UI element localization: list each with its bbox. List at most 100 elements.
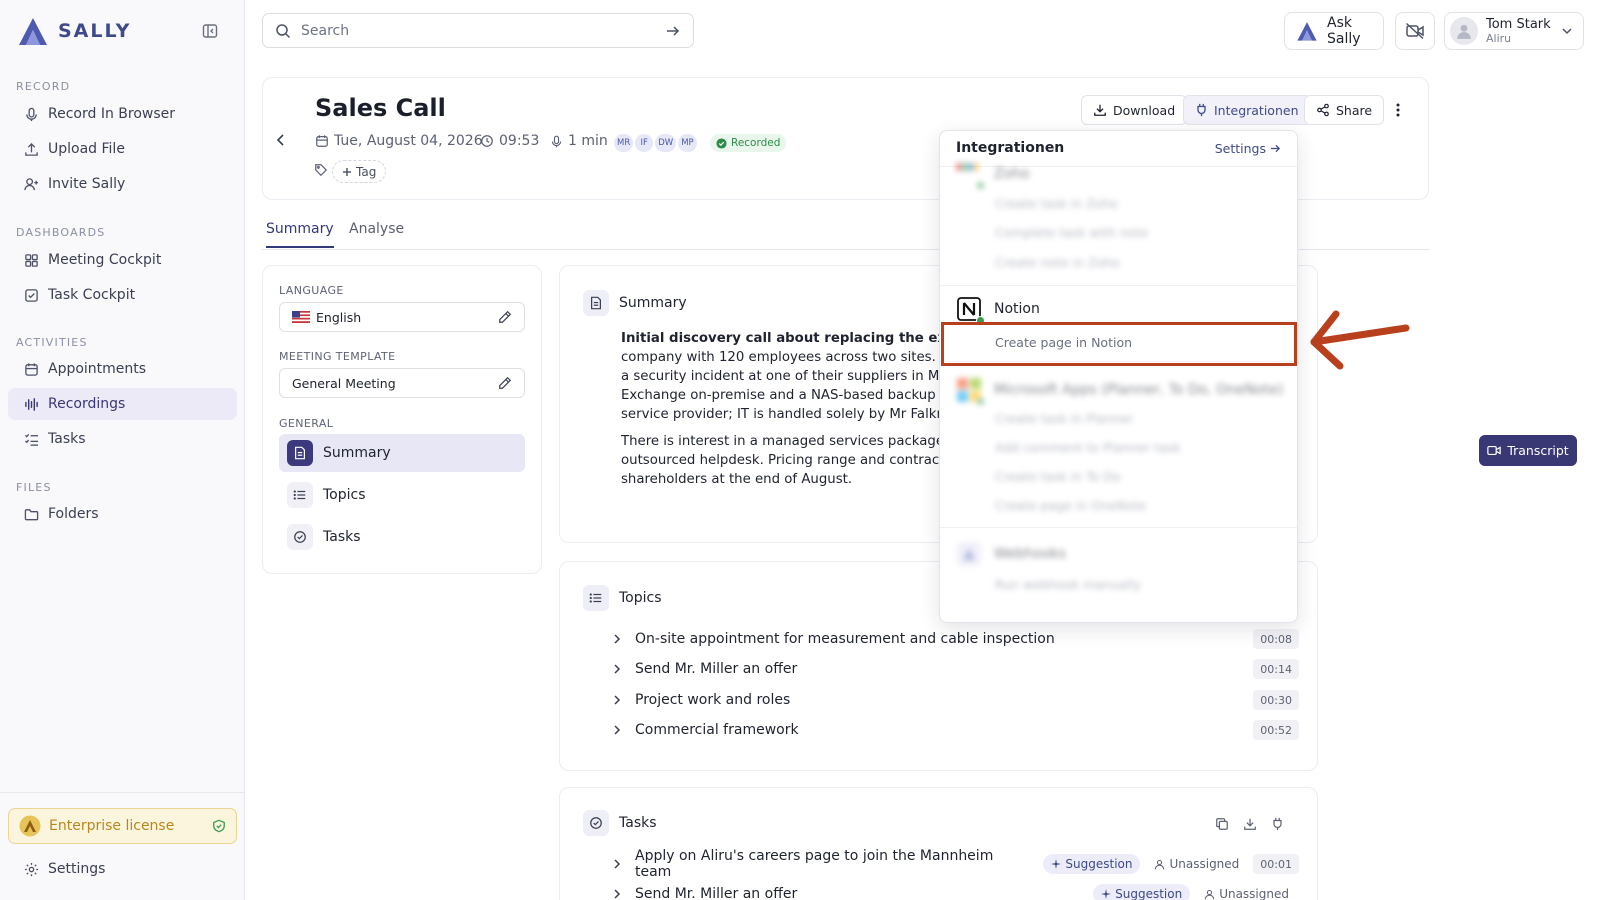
meeting-time: 09:53	[480, 133, 539, 149]
sidebar-item-label: Upload File	[48, 141, 125, 157]
user-name: Tom Stark	[1486, 17, 1551, 32]
check-circle-icon	[716, 137, 727, 149]
tasks-card-header: Tasks	[583, 810, 657, 836]
timestamp-badge[interactable]: 00:01	[1253, 854, 1299, 874]
search-input[interactable]	[301, 22, 655, 39]
task-row[interactable]: Apply on Aliru's careers page to join th…	[613, 848, 1299, 880]
sidebar: SALLY RECORD Record In Browser Upload Fi…	[0, 0, 245, 900]
camera-off-button[interactable]	[1395, 12, 1435, 50]
integration-name: Zoho	[994, 166, 1030, 182]
enterprise-license-badge[interactable]: Enterprise license	[8, 808, 237, 844]
integration-notion[interactable]: Notion	[956, 296, 1040, 325]
panel-item-topics[interactable]: Topics	[279, 476, 525, 514]
user-menu[interactable]: Tom Stark Aliru	[1444, 12, 1584, 50]
assignee[interactable]: Unassigned	[1204, 887, 1289, 900]
sidebar-item-label: Recordings	[48, 396, 126, 412]
sidebar-item-recordings[interactable]: Recordings	[8, 388, 237, 420]
sidebar-item-record-in-browser[interactable]: Record In Browser	[8, 98, 237, 130]
sidebar-item-invite-sally[interactable]: Invite Sally	[8, 168, 237, 200]
participant-avatar: MR	[614, 134, 634, 152]
video-icon	[1487, 445, 1502, 456]
task-row[interactable]: Send Mr. Miller an offer Suggestion Unas…	[613, 882, 1299, 900]
sidebar-item-folders[interactable]: Folders	[8, 498, 237, 530]
panel-item-tasks[interactable]: Tasks	[279, 518, 525, 556]
download-button[interactable]: Download	[1081, 95, 1188, 125]
participant-avatars[interactable]: MR IF DW MP	[614, 134, 697, 152]
meeting-template-select[interactable]: General Meeting	[279, 368, 525, 398]
tab-summary[interactable]: Summary	[266, 221, 334, 248]
panel-item-summary[interactable]: Summary	[279, 434, 525, 472]
sidebar-item-tasks[interactable]: Tasks	[8, 423, 237, 455]
status-badge: Recorded	[710, 134, 787, 152]
suggestion-label: Suggestion	[1115, 887, 1183, 900]
integrations-settings-link[interactable]: Settings	[1215, 141, 1281, 156]
integrations-label: Integrationen	[1214, 102, 1299, 118]
brand[interactable]: SALLY	[16, 14, 131, 48]
integration-name: Notion	[994, 301, 1040, 317]
shield-check-icon	[212, 819, 226, 833]
user-info: Tom Stark Aliru	[1486, 17, 1551, 45]
microphone-icon	[550, 135, 563, 148]
arrow-right-icon[interactable]	[665, 23, 681, 39]
integration-action[interactable]: Run webhook manually	[995, 577, 1141, 592]
tab-analyse[interactable]: Analyse	[349, 221, 404, 246]
copy-icon[interactable]	[1215, 817, 1229, 831]
integration-action[interactable]: Add comment to Planner task	[995, 440, 1181, 455]
pencil-icon[interactable]	[498, 376, 512, 390]
integration-action[interactable]: Complete task with note	[995, 225, 1148, 240]
share-icon	[1316, 103, 1330, 117]
suggestion-badge[interactable]: Suggestion	[1043, 854, 1141, 874]
back-chevron-icon[interactable]	[271, 130, 291, 150]
integration-microsoft[interactable]: Microsoft Apps (Planner, To Do, OneNote)	[956, 377, 1283, 406]
timestamp-badge[interactable]: 00:14	[1253, 659, 1299, 679]
integrations-button[interactable]: Integrationen	[1183, 95, 1311, 125]
topic-row[interactable]: Project work and roles 00:30	[613, 688, 1299, 712]
summary-line: outsourced helpdesk. Pricing range and c…	[621, 453, 941, 468]
integration-action[interactable]: Create note in Zoho	[995, 255, 1120, 270]
meeting-template-value: General Meeting	[292, 375, 396, 391]
sidebar-item-settings[interactable]: Settings	[8, 853, 237, 885]
download-icon[interactable]	[1243, 817, 1257, 831]
language-select[interactable]: English	[279, 302, 525, 332]
integration-action[interactable]: Create task in Zoho	[995, 196, 1118, 211]
timestamp-badge[interactable]: 00:30	[1253, 690, 1299, 710]
clock-icon	[480, 134, 494, 148]
sidebar-item-upload-file[interactable]: Upload File	[8, 133, 237, 165]
integration-webhooks[interactable]: Webhooks	[956, 541, 1066, 567]
webhook-icon	[956, 541, 982, 567]
sally-logo-icon	[1295, 20, 1319, 42]
sparkle-icon	[1051, 859, 1062, 869]
sidebar-item-task-cockpit[interactable]: Task Cockpit	[8, 279, 237, 311]
share-button[interactable]: Share	[1304, 95, 1385, 125]
search-bar[interactable]	[262, 13, 694, 48]
summary-line: Initial discovery call about replacing t…	[621, 331, 941, 346]
integration-zoho[interactable]: Zoho	[956, 161, 1030, 190]
sidebar-item-meeting-cockpit[interactable]: Meeting Cockpit	[8, 244, 237, 276]
integration-action[interactable]: Create page in OneNote	[995, 498, 1146, 513]
user-plus-icon	[24, 177, 39, 192]
meeting-date-label: Tue, August 04, 2026	[334, 133, 483, 149]
pencil-icon[interactable]	[498, 310, 512, 324]
topic-row[interactable]: Send Mr. Miller an offer 00:14	[613, 657, 1299, 681]
transcript-label: Transcript	[1507, 443, 1569, 458]
gear-icon	[24, 862, 39, 877]
panel-item-label: Tasks	[323, 529, 361, 545]
integration-action[interactable]: Create task in Planner	[995, 411, 1134, 426]
integration-action[interactable]: Create task in To Do	[995, 469, 1121, 484]
plug-icon[interactable]	[1271, 817, 1284, 831]
suggestion-badge[interactable]: Suggestion	[1093, 884, 1191, 900]
assignee[interactable]: Unassigned	[1154, 857, 1239, 871]
grid-icon	[24, 253, 39, 268]
sidebar-toggle-icon[interactable]	[200, 21, 220, 41]
sidebar-item-appointments[interactable]: Appointments	[8, 353, 237, 385]
transcript-button[interactable]: Transcript	[1479, 435, 1577, 466]
timestamp-badge[interactable]: 00:08	[1253, 629, 1299, 649]
topic-row[interactable]: Commercial framework 00:52	[613, 718, 1299, 742]
add-tag-button[interactable]: Tag	[332, 160, 387, 183]
more-vertical-icon[interactable]	[1388, 100, 1408, 120]
timestamp-badge[interactable]: 00:52	[1253, 720, 1299, 740]
user-org: Aliru	[1486, 32, 1512, 45]
ask-sally-button[interactable]: Ask Sally	[1284, 12, 1384, 50]
topic-row[interactable]: On-site appointment for measurement and …	[613, 627, 1299, 651]
general-label: GENERAL	[279, 417, 334, 430]
